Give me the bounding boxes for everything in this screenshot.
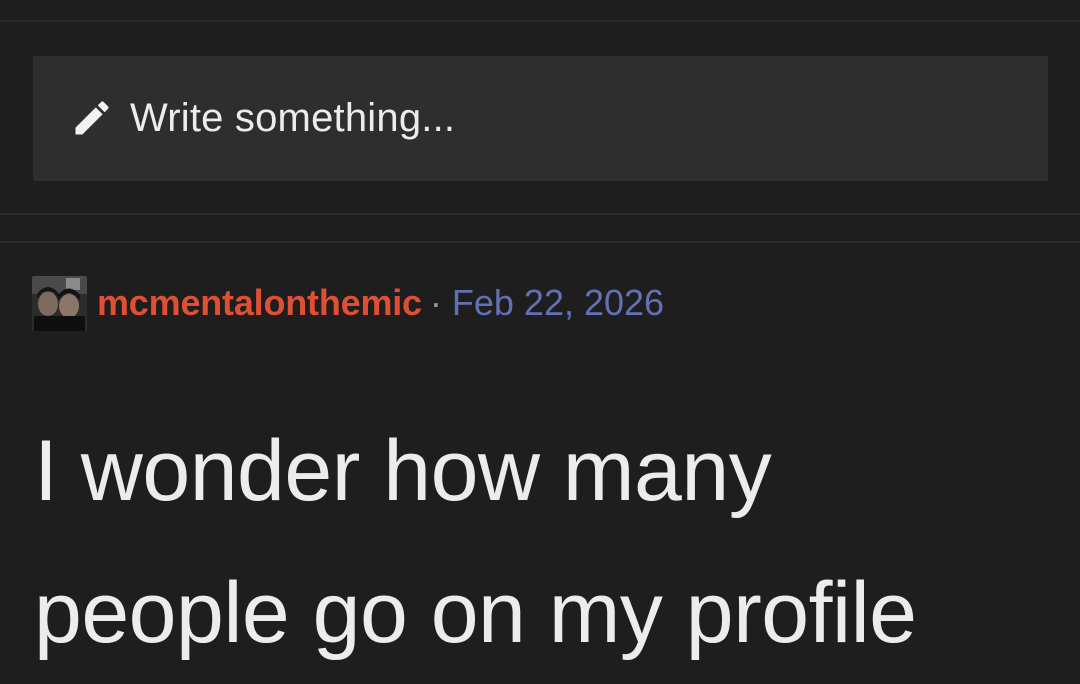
post-header: mcmentalonthemic · Feb 22, 2026 bbox=[32, 275, 664, 331]
post-text-line: people go on my profile bbox=[34, 565, 917, 661]
meta-separator: · bbox=[429, 282, 442, 323]
avatar[interactable] bbox=[32, 275, 87, 331]
pencil-icon bbox=[75, 101, 109, 135]
write-something-input[interactable]: Write something... bbox=[33, 56, 1048, 181]
top-divider bbox=[0, 20, 1080, 22]
section-divider bbox=[0, 241, 1080, 243]
post-text-line: I wonder how many bbox=[34, 423, 772, 519]
post-date-link[interactable]: Feb 22, 2026 bbox=[452, 281, 664, 325]
post-author-link[interactable]: mcmentalonthemic bbox=[97, 281, 422, 325]
composer-placeholder: Write something... bbox=[130, 96, 456, 140]
section-divider bbox=[0, 213, 1080, 215]
post-text: I wonder how many people go on my profil… bbox=[34, 400, 1064, 684]
